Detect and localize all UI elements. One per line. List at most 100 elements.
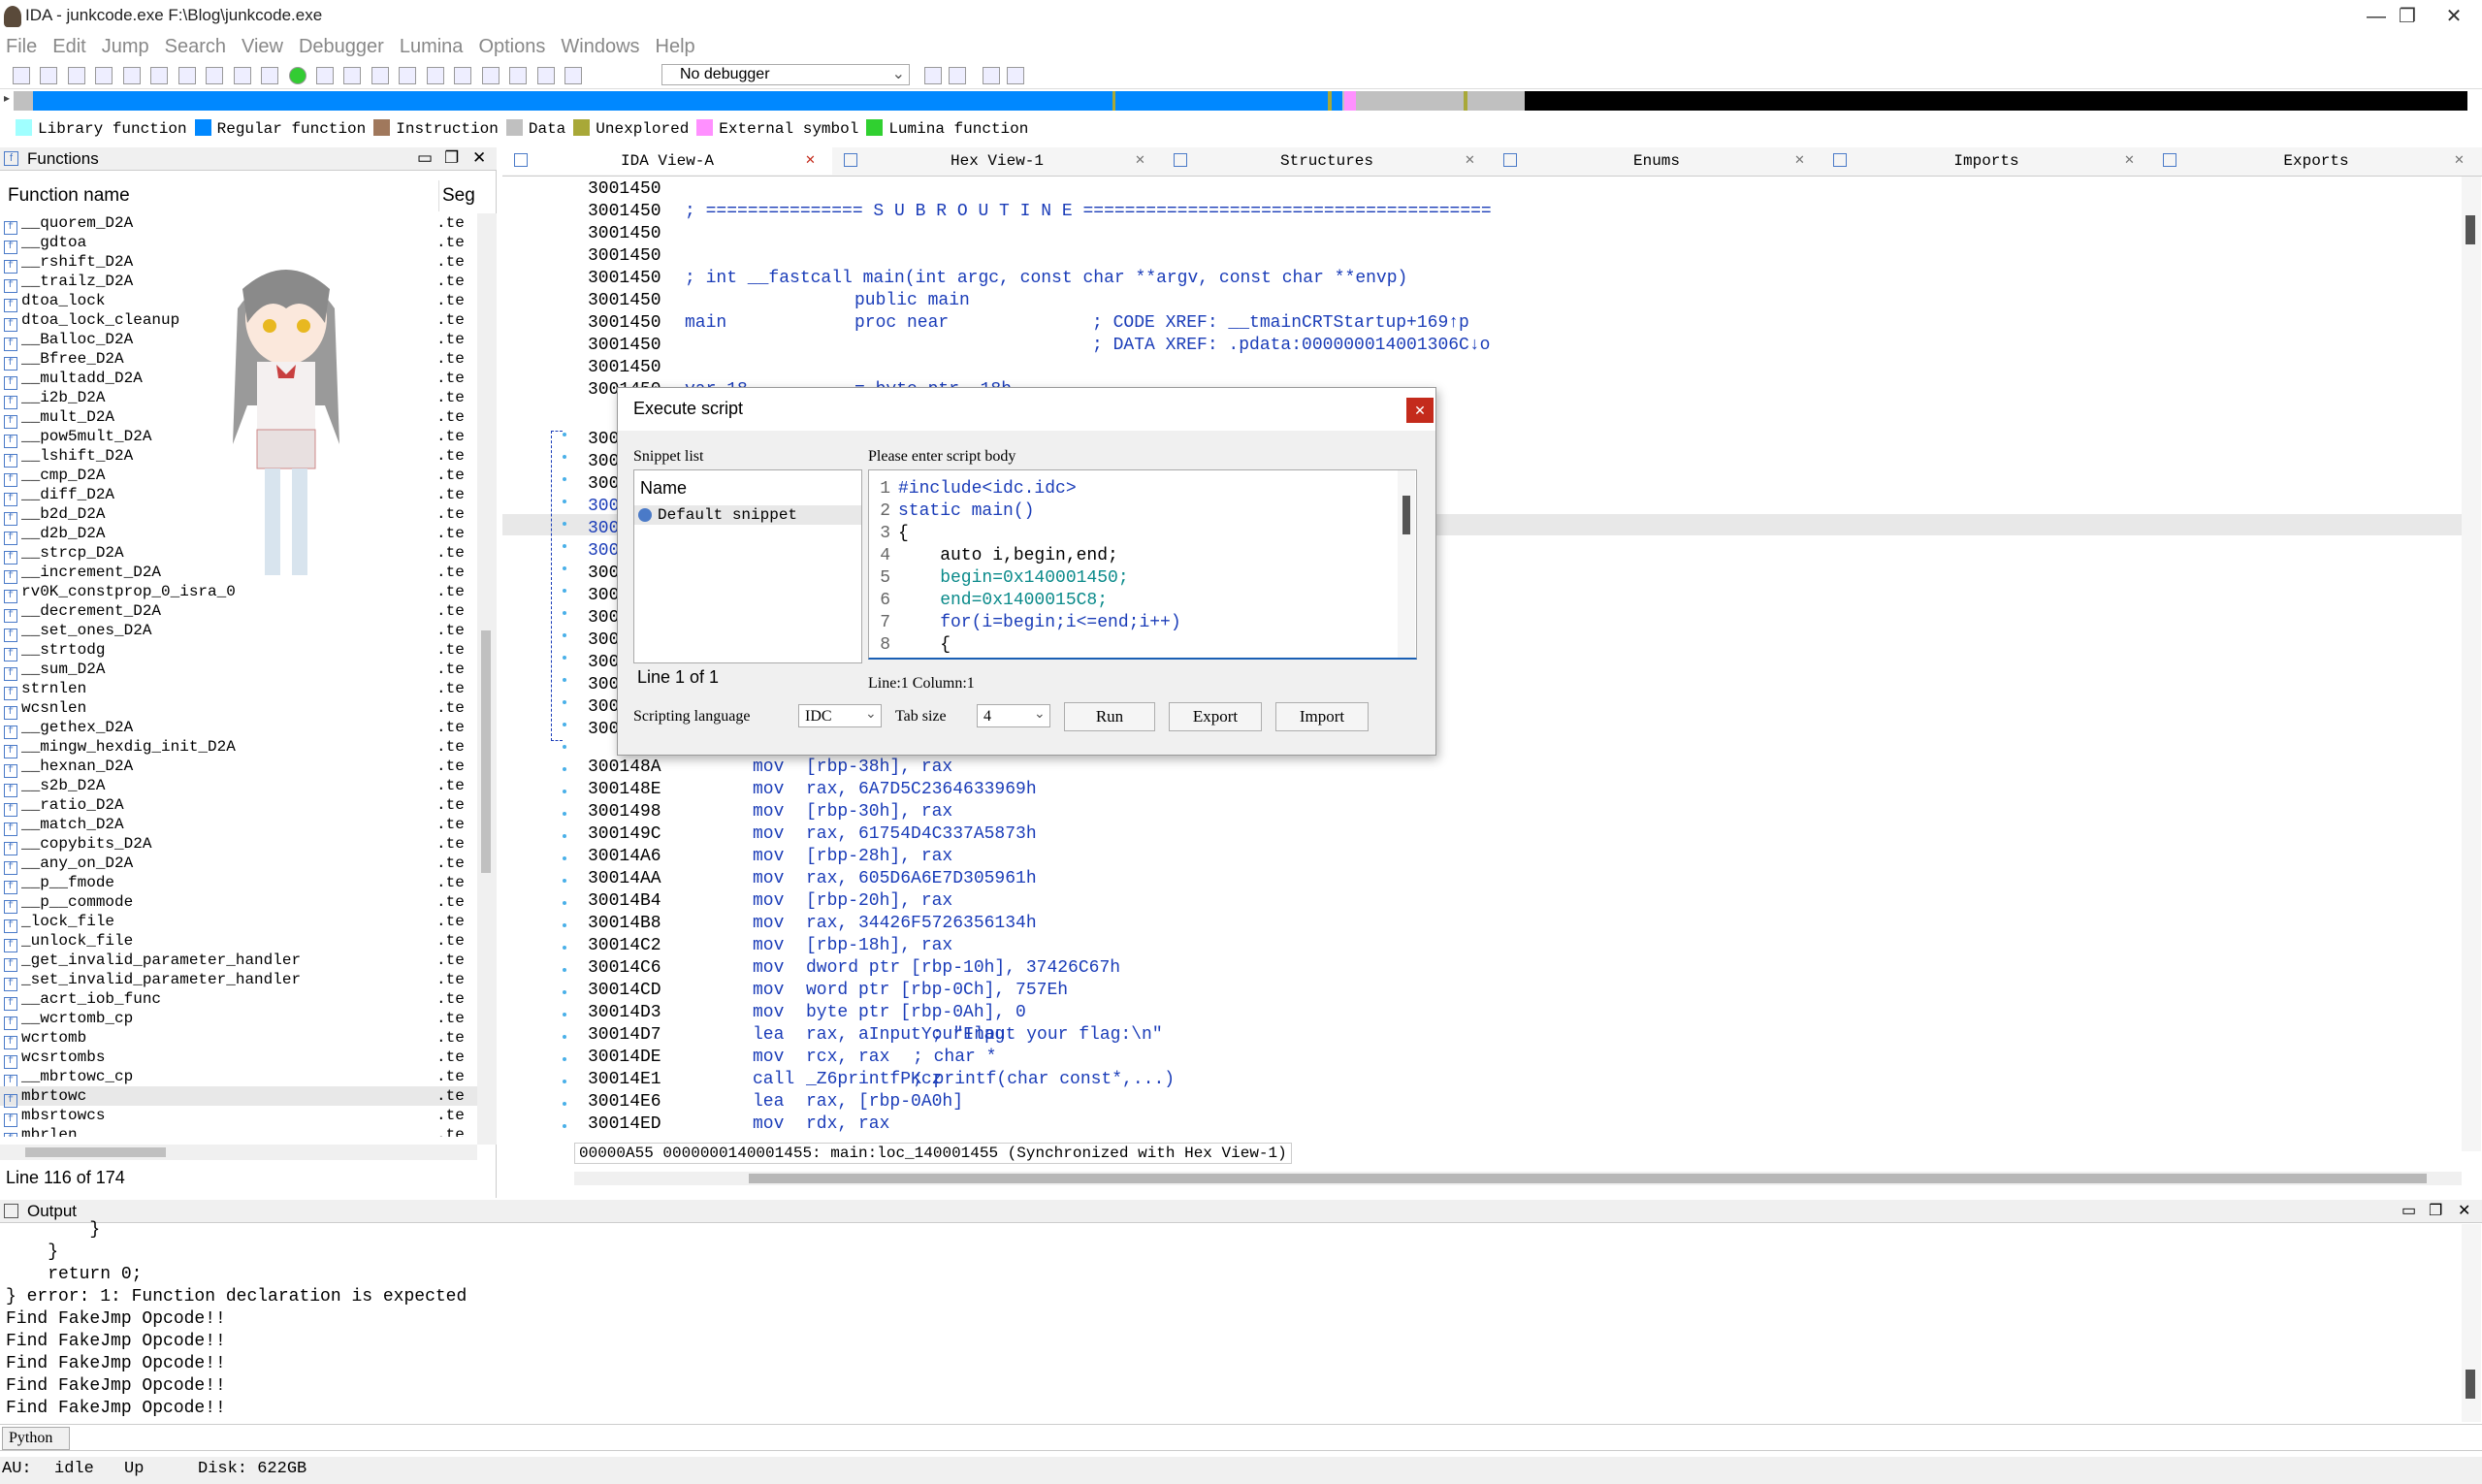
breakpoint-dot[interactable]: [563, 812, 566, 816]
breakpoint-dot[interactable]: [563, 1013, 566, 1016]
asm-line[interactable]: 30014DE mov rcx, rax ; char *: [588, 1047, 2431, 1069]
asm-line[interactable]: 3001498 mov [rbp-30h], rax: [588, 801, 2431, 823]
maximize-panel-icon[interactable]: ▭: [2401, 1201, 2416, 1220]
functions-scrollbar[interactable]: [477, 213, 497, 1145]
breakpoint-dot[interactable]: [563, 923, 566, 927]
ida-vscrollbar[interactable]: [2462, 177, 2481, 1151]
close-tab-icon[interactable]: ✕: [805, 147, 816, 175]
function-row[interactable]: f __set_ones_D2A .te: [0, 621, 477, 642]
hscrollbar-thumb[interactable]: [749, 1174, 2427, 1183]
functions-column-header[interactable]: Function name Seg: [0, 180, 497, 211]
forward-icon[interactable]: [95, 67, 113, 84]
function-row[interactable]: f __decrement_D2A .te: [0, 601, 477, 623]
breakpoint-dot[interactable]: [563, 656, 566, 660]
breakpoint-dot[interactable]: [563, 500, 566, 503]
export-button[interactable]: Export: [1169, 702, 1262, 731]
editor-scrollbar[interactable]: [1398, 470, 1415, 658]
close-tab-icon[interactable]: ✕: [1794, 147, 1805, 175]
function-row[interactable]: f wcsrtombs .te: [0, 1048, 477, 1069]
maximize-panel-icon[interactable]: ▭: [417, 148, 433, 168]
breakpoint-dot[interactable]: [563, 700, 566, 704]
menu-jump[interactable]: Jump: [102, 33, 149, 60]
breakpoint-dot[interactable]: [563, 790, 566, 793]
asm-line[interactable]: 3001450 public main: [588, 290, 2431, 312]
menu-search[interactable]: Search: [165, 33, 226, 60]
cross-icon[interactable]: [481, 67, 500, 84]
find-icon[interactable]: [206, 67, 224, 84]
menu-windows[interactable]: Windows: [561, 33, 639, 60]
refresh-icon[interactable]: [949, 67, 966, 84]
code-line[interactable]: 8 {: [875, 634, 1379, 657]
array-icon[interactable]: [399, 67, 417, 84]
function-row[interactable]: f __any_on_D2A .te: [0, 854, 477, 875]
code-line[interactable]: 2 static main(): [875, 500, 1379, 523]
code-line[interactable]: 5 begin=0x140001450;: [875, 567, 1379, 590]
close-tab-icon[interactable]: ✕: [2454, 147, 2465, 175]
function-row[interactable]: f strnlen .te: [0, 679, 477, 700]
function-row[interactable]: f __ratio_D2A .te: [0, 795, 477, 817]
asm-line[interactable]: 3001450: [588, 357, 2431, 379]
import-button[interactable]: Import: [1275, 702, 1369, 731]
navigation-band[interactable]: [14, 91, 2467, 111]
breakpoint-dot[interactable]: [563, 901, 566, 905]
save-icon[interactable]: [40, 67, 58, 84]
function-row[interactable]: f __hexnan_D2A .te: [0, 757, 477, 778]
menu-debugger[interactable]: Debugger: [299, 33, 384, 60]
scrollbar-thumb[interactable]: [2466, 1370, 2475, 1399]
asm-line[interactable]: 300149C mov rax, 61754D4C337A5873h: [588, 823, 2431, 846]
undefine-icon[interactable]: [426, 67, 444, 84]
menu-file[interactable]: File: [6, 33, 37, 60]
close-tab-icon[interactable]: ✕: [1465, 147, 1475, 175]
breakpoint-dot[interactable]: [563, 477, 566, 481]
breakpoint-dot[interactable]: [563, 544, 566, 548]
nav-arrow-icon[interactable]: ▸: [4, 91, 14, 111]
function-row[interactable]: f _set_invalid_parameter_handler .te: [0, 970, 477, 991]
function-row[interactable]: f mbrtowc .te: [0, 1086, 477, 1108]
breakpoint-dot[interactable]: [563, 433, 566, 436]
function-row[interactable]: f wcsnlen .te: [0, 698, 477, 720]
column-function-name[interactable]: Function name: [8, 180, 130, 211]
trace-icon[interactable]: [1007, 67, 1024, 84]
breakpoint-dot[interactable]: [563, 1102, 566, 1106]
function-row[interactable]: f __mingw_hexdig_init_D2A .te: [0, 737, 477, 758]
breakpoint-dot[interactable]: [563, 522, 566, 526]
open-icon[interactable]: [13, 67, 30, 84]
tab-enums[interactable]: Enums ✕: [1492, 147, 1821, 175]
function-row[interactable]: f __p__fmode .te: [0, 873, 477, 894]
jump-icon[interactable]: [122, 67, 141, 84]
pause-icon[interactable]: [536, 67, 555, 84]
asm-line[interactable]: 300148A mov [rbp-38h], rax: [588, 757, 2431, 779]
output-scrollbar[interactable]: [2462, 1224, 2481, 1422]
asm-line[interactable]: 3001450: [588, 245, 2431, 268]
function-row[interactable]: f _unlock_file .te: [0, 931, 477, 952]
breakpoint-dot[interactable]: [563, 633, 566, 637]
asm-line[interactable]: 3001450 ; DATA XREF: .pdata:0000000140013…: [588, 335, 2431, 357]
function-row[interactable]: f _get_invalid_parameter_handler .te: [0, 951, 477, 972]
paste-icon[interactable]: [177, 67, 196, 84]
tab-imports[interactable]: Imports ✕: [1821, 147, 2151, 175]
snippet-list[interactable]: Name Default snippet: [633, 469, 862, 663]
scripting-language-select[interactable]: IDC ⌄: [798, 704, 882, 727]
code-line[interactable]: 3{: [875, 523, 1379, 545]
breakpoint-dot[interactable]: [563, 990, 566, 994]
function-row[interactable]: f __acrt_iob_func .te: [0, 989, 477, 1011]
tab-structures[interactable]: Structures ✕: [1162, 147, 1492, 175]
menu-view[interactable]: View: [242, 33, 283, 60]
asm-line[interactable]: 30014D7 lea rax, aInputYourFlag; "Input yo…: [588, 1024, 2431, 1047]
code-icon[interactable]: [315, 67, 334, 84]
breakpoint-dot[interactable]: [563, 611, 566, 615]
asm-line[interactable]: 30014B8 mov rax, 34426F5726356134h: [588, 913, 2431, 935]
function-row[interactable]: f __s2b_D2A .te: [0, 776, 477, 797]
snippet-item[interactable]: Default snippet: [634, 505, 861, 525]
asm-line[interactable]: 30014D3 mov byte ptr [rbp-0Ah], 0: [588, 1002, 2431, 1024]
breakpoint-dot[interactable]: [563, 968, 566, 972]
asm-line[interactable]: 300148E mov rax, 6A7D5C2364633969h: [588, 779, 2431, 801]
function-row[interactable]: f __p__commode .te: [0, 892, 477, 914]
graph-icon[interactable]: [261, 67, 279, 84]
asm-line[interactable]: 3001450: [588, 223, 2431, 245]
menu-edit[interactable]: Edit: [52, 33, 85, 60]
copy-icon[interactable]: [150, 67, 169, 84]
menu-help[interactable]: Help: [656, 33, 695, 60]
data-icon[interactable]: [343, 67, 362, 84]
stop-icon[interactable]: [564, 67, 583, 84]
